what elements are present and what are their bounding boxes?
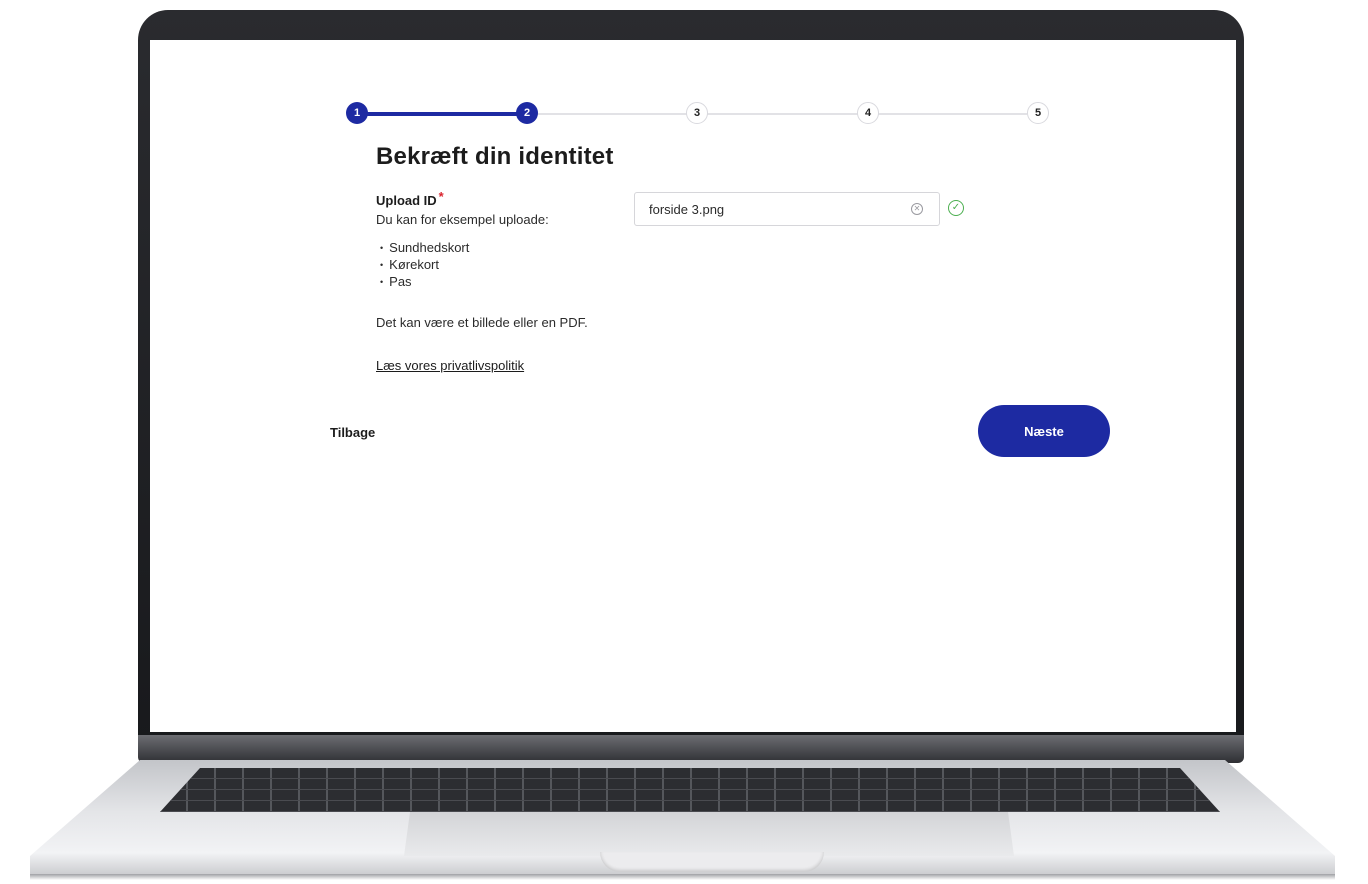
upload-id-label: Upload ID * — [376, 189, 444, 208]
next-button[interactable]: Næste — [978, 405, 1110, 457]
step-4: 4 — [857, 102, 879, 124]
laptop-opening-notch — [600, 852, 824, 872]
back-button[interactable]: Tilbage — [330, 425, 375, 440]
upload-file-field[interactable]: forside 3.png ✕ — [634, 192, 940, 226]
page-title: Bekræft din identitet — [376, 143, 614, 170]
step-2: 2 — [516, 102, 538, 124]
privacy-policy-link[interactable]: Læs vores privatlivspolitik — [376, 358, 524, 373]
laptop-trackpad — [404, 812, 1014, 856]
laptop-hinge — [138, 735, 1244, 763]
upload-id-label-text: Upload ID — [376, 193, 437, 208]
step-1: 1 — [346, 102, 368, 124]
step-3: 3 — [686, 102, 708, 124]
laptop-screen: 1 2 3 4 5 Bekræft din identitet Upload I… — [150, 40, 1236, 732]
list-item: Pas — [380, 274, 469, 291]
list-item: Kørekort — [380, 257, 469, 274]
check-circle-icon: ✓ — [948, 200, 964, 216]
progress-stepper: 1 2 3 4 5 — [346, 100, 1049, 128]
step-connector-completed — [357, 112, 527, 116]
step-5: 5 — [1027, 102, 1049, 124]
required-marker: * — [438, 189, 444, 204]
file-type-note: Det kan være et billede eller en PDF. — [376, 315, 588, 330]
list-item: Sundhedskort — [380, 240, 469, 257]
step-connector-pending — [527, 113, 1027, 115]
id-examples-list: Sundhedskort Kørekort Pas — [380, 240, 469, 291]
close-circle-icon[interactable]: ✕ — [911, 203, 923, 215]
laptop-shadow — [30, 874, 1335, 880]
uploaded-file-name: forside 3.png — [649, 202, 725, 217]
upload-hint: Du kan for eksempel uploade: — [376, 212, 549, 227]
laptop-keyboard-rows — [160, 768, 1220, 812]
